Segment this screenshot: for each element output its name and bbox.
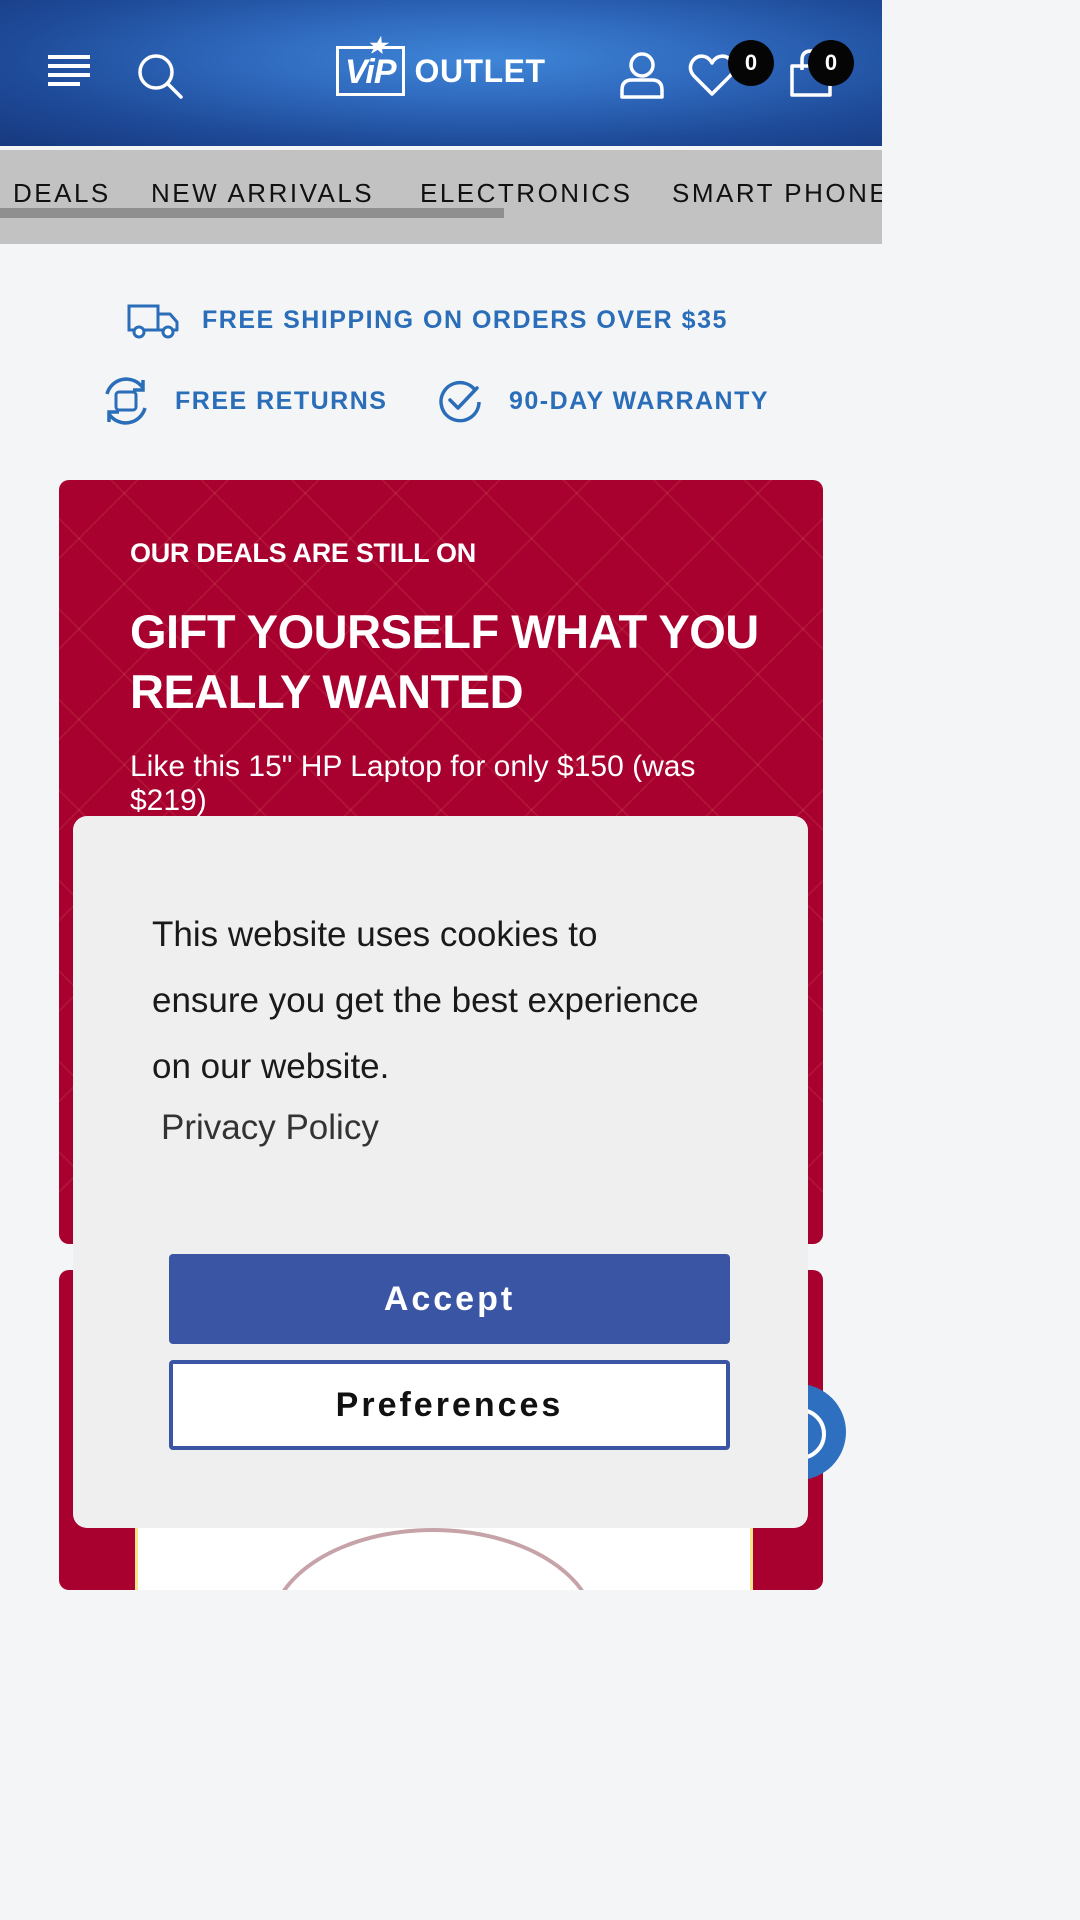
account-icon[interactable] (618, 50, 666, 100)
nav-scrollbar[interactable] (0, 208, 504, 218)
perk-warranty: 90-DAY WARRANTY (437, 378, 769, 424)
site-header: ★ ViP OUTLET 0 0 (0, 0, 882, 146)
accept-cookies-button[interactable]: Accept (169, 1254, 730, 1344)
search-icon[interactable] (136, 52, 184, 100)
check-circle-icon (439, 380, 481, 423)
perk-free-shipping: FREE SHIPPING ON ORDERS OVER $35 (126, 300, 728, 340)
perk-warranty-text: 90-DAY WARRANTY (509, 386, 770, 415)
perk-shipping-text: FREE SHIPPING ON ORDERS OVER $35 (202, 305, 728, 334)
site-logo[interactable]: ★ ViP OUTLET (336, 35, 546, 98)
promo-subtext: Like this 15" HP Laptop for only $150 (w… (130, 750, 696, 817)
nav-item-electronics[interactable]: ELECTRONICS (420, 178, 632, 209)
cookie-preferences-button[interactable]: Preferences (169, 1360, 730, 1450)
cookie-consent-dialog: This website uses cookies to ensure you … (73, 816, 808, 1528)
logo-mark: ★ ViP (336, 35, 405, 96)
category-nav: DEALS NEW ARRIVALS ELECTRONICS SMART PHO… (0, 150, 882, 244)
cookie-message: This website uses cookies to ensure you … (152, 915, 699, 1086)
returns-icon (105, 377, 147, 425)
nav-item-new-arrivals[interactable]: NEW ARRIVALS (151, 178, 374, 209)
nav-item-deals[interactable]: DEALS (13, 178, 111, 209)
truck-icon (127, 304, 179, 339)
menu-icon[interactable] (48, 55, 90, 91)
promo-headline: GIFT YOURSELF WHAT YOU REALLY WANTED (130, 605, 759, 718)
perk-free-returns: FREE RETURNS (99, 374, 387, 428)
privacy-policy-link[interactable]: Privacy Policy (161, 1108, 379, 1148)
logo-mark-text: ViP (345, 53, 397, 91)
wishlist-count-badge: 0 (728, 40, 774, 86)
cart-count-badge: 0 (808, 40, 854, 86)
nav-item-smart-phones[interactable]: SMART PHONE (672, 178, 882, 209)
logo-text: OUTLET (414, 52, 546, 89)
perk-returns-text: FREE RETURNS (175, 386, 388, 415)
star-icon: ★ (367, 33, 387, 58)
promo-kicker: OUR DEALS ARE STILL ON (130, 538, 476, 568)
